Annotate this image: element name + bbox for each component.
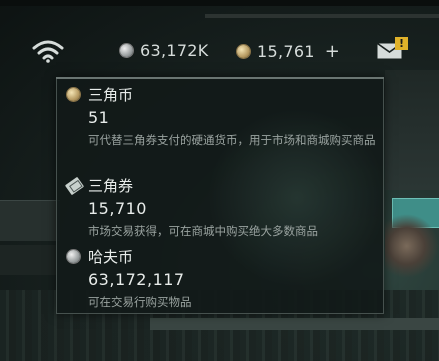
background-panel	[385, 70, 439, 190]
triangle-coin-icon	[67, 88, 80, 101]
item-name: 三角币	[88, 86, 134, 104]
add-currency-button[interactable]: +	[325, 41, 340, 62]
tooltip-item-haf-coin: 哈夫币 63,172,117 可在交易行购买物品	[67, 246, 377, 311]
item-description: 市场交易获得，可在商城中购买绝大多数商品	[88, 224, 318, 238]
item-value: 15,710	[88, 199, 147, 218]
triangle-coin-icon	[237, 45, 250, 58]
item-value: 51	[88, 108, 110, 127]
background-panel	[0, 200, 60, 241]
triangle-coin-balance[interactable]: 15,761 +	[237, 41, 340, 62]
haf-coin-icon	[67, 250, 80, 263]
currency-hud: 63,172K 15,761 + !	[0, 30, 439, 64]
mail-alert-badge: !	[395, 37, 408, 50]
background-panel	[0, 245, 58, 275]
haf-coin-balance[interactable]: 63,172K	[120, 41, 209, 60]
triangle-ticket-icon	[64, 176, 85, 195]
item-name: 哈夫币	[88, 248, 134, 266]
item-description: 可代替三角券支付的硬通货币，用于市场和商城购买商品	[88, 133, 376, 147]
tooltip-item-triangle-ticket: 三角券 15,710 市场交易获得，可在商城中购买绝大多数商品	[64, 175, 377, 240]
background-figure	[385, 214, 439, 278]
background-strip	[0, 0, 439, 6]
item-description: 可在交易行购买物品	[88, 295, 192, 309]
wifi-icon	[32, 40, 64, 63]
background-strip	[150, 318, 439, 330]
haf-coin-value: 63,172K	[140, 41, 209, 60]
background-strip	[205, 14, 439, 18]
currency-tooltip: 三角币 51 可代替三角券支付的硬通货币，用于市场和商城购买商品 三角券 15,…	[56, 77, 387, 314]
tooltip-item-triangle-coin: 三角币 51 可代替三角券支付的硬通货币，用于市场和商城购买商品	[67, 84, 377, 149]
item-name: 三角券	[88, 177, 134, 195]
triangle-coin-value: 15,761	[257, 42, 315, 61]
haf-coin-icon	[120, 44, 133, 57]
item-value: 63,172,117	[88, 270, 185, 289]
